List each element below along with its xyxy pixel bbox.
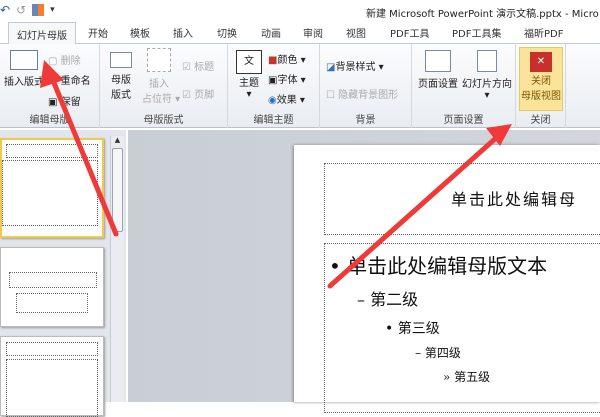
page-setup-icon [425, 50, 451, 72]
thumb-body-placeholder [2, 160, 98, 226]
bullet: – [357, 290, 365, 309]
group-master-layout: 母版 版式 插入 占位符 ▾ ☑ 标题 ☑ 页脚 母版版式 [100, 44, 228, 128]
footer-checkbox[interactable]: ☑ 页脚 [182, 86, 214, 101]
tab-pdf-toolset[interactable]: PDF工具集 [452, 25, 501, 40]
master-layout-icon [110, 52, 132, 68]
thumb-body-placeholder [6, 359, 98, 417]
undo-icon[interactable]: ↶ [0, 3, 10, 17]
level-1: • 单击此处编辑母版文本 [329, 254, 548, 278]
thumbnail-panel [0, 130, 126, 417]
customize-qat-icon[interactable]: ▾ [50, 5, 55, 15]
master-layout-button[interactable]: 母版 版式 [106, 52, 136, 101]
theme-button[interactable]: 文 主题 ▾ [234, 50, 264, 100]
level-4: – 第四级 [415, 346, 461, 360]
title-text: 单击此处编辑母 [451, 190, 578, 209]
level-3: • 第三级 [385, 321, 440, 337]
ribbon-tabs: 幻灯片母版 开始 模板 插入 切换 动画 审阅 视图 PDF工具 PDF工具集 … [0, 22, 600, 45]
placeholder-icon [147, 48, 171, 72]
group-close: ✕ 关闭 母版视图 关闭 [516, 44, 566, 128]
group-label: 编辑母版 [29, 115, 70, 126]
tab-animations[interactable]: 动画 [261, 25, 281, 40]
preserve-button[interactable]: ▣ 保留 [48, 93, 81, 108]
close-icon: ✕ [530, 52, 552, 72]
tab-foxit-pdf[interactable]: 福昕PDF [524, 25, 563, 40]
fonts-button[interactable]: ▣字体 ▾ [268, 71, 306, 86]
quick-access-toolbar: ↶ ↺ ▾ [0, 3, 55, 17]
layout-icon[interactable] [32, 4, 45, 16]
tab-template[interactable]: 模板 [130, 25, 150, 40]
background-styles-button[interactable]: ◪背景样式 ▾ [326, 58, 384, 73]
group-label: 关闭 [530, 115, 551, 126]
level-2: – 第二级 [357, 290, 419, 309]
insert-layout-icon [10, 50, 38, 70]
tab-slide-master[interactable]: 幻灯片母版 [8, 22, 76, 45]
group-label: 背景 [355, 115, 376, 126]
group-edit-master: 插入版式 ▢ 删除 ▭ 重命名 ▣ 保留 编辑母版 [0, 44, 100, 128]
bullet: • [385, 321, 394, 337]
thumb-subtitle-placeholder [16, 293, 88, 313]
title-checkbox[interactable]: ☑ 标题 [182, 58, 214, 73]
page-setup-button[interactable]: 页面设置 [416, 50, 460, 90]
group-page-setup: 页面设置 幻灯片方向 ▾ 页面设置 [412, 44, 516, 128]
slide-master[interactable]: 单击此处编辑母 • 单击此处编辑母版文本 – 第二级 • 第三级 – 第四级 »… [294, 145, 600, 413]
title-placeholder[interactable]: 单击此处编辑母 [324, 163, 600, 235]
theme-icon: 文 [236, 50, 262, 74]
title-bar: ↶ ↺ ▾ 新建 Microsoft PowerPoint 演示文稿.pptx … [0, 0, 600, 22]
thumb-title-placeholder [9, 272, 97, 288]
tab-transitions[interactable]: 切换 [217, 25, 237, 40]
tab-home[interactable]: 开始 [88, 25, 108, 40]
group-label: 页面设置 [443, 115, 484, 126]
bullet: • [329, 254, 341, 278]
bullet: – [415, 346, 421, 360]
scroll-up-arrow[interactable]: ▲ [111, 136, 124, 144]
insert-layout-button[interactable]: 插入版式 [2, 50, 46, 88]
thumbnail-scrollbar[interactable]: ▲ [110, 136, 124, 402]
thumb-title-placeholder [6, 144, 98, 158]
slide-orientation-button[interactable]: 幻灯片方向 ▾ [462, 50, 512, 101]
insert-placeholder-button[interactable]: 插入 占位符 ▾ [142, 48, 180, 105]
body-placeholder[interactable]: • 单击此处编辑母版文本 – 第二级 • 第三级 – 第四级 » 第五级 [324, 243, 600, 413]
group-background: ◪背景样式 ▾ ☐ 隐藏背景图形 背景 [320, 44, 412, 128]
slide-thumbnail-master[interactable] [0, 138, 104, 238]
colors-button[interactable]: ■颜色 ▾ [268, 51, 306, 66]
close-master-view-button[interactable]: ✕ 关闭 母版视图 [519, 47, 563, 111]
rename-button[interactable]: ▭ 重命名 [48, 72, 91, 87]
effects-button[interactable]: ◉效果 ▾ [268, 91, 305, 106]
ribbon: 插入版式 ▢ 删除 ▭ 重命名 ▣ 保留 编辑母版 母版 版式 插入 占位符 ▾… [0, 44, 600, 128]
tab-insert[interactable]: 插入 [173, 25, 193, 40]
window-title: 新建 Microsoft PowerPoint 演示文稿.pptx - Micr… [366, 9, 599, 20]
tab-view[interactable]: 视图 [346, 25, 366, 40]
bullet: » [443, 370, 451, 384]
redo-icon[interactable]: ↺ [16, 3, 26, 17]
slide-orientation-icon [477, 50, 497, 72]
effects-icon: ◉ [268, 95, 277, 106]
tab-pdf-tools[interactable]: PDF工具 [390, 25, 429, 40]
slide-thumbnail-title-layout[interactable] [0, 247, 104, 327]
level-5: » 第五级 [443, 370, 491, 384]
tab-review[interactable]: 审阅 [303, 25, 323, 40]
group-edit-theme: 文 主题 ▾ ■颜色 ▾ ▣字体 ▾ ◉效果 ▾ 编辑主题 [228, 44, 320, 128]
thumb-title-placeholder [6, 342, 98, 356]
slide-thumbnail-content-layout[interactable] [0, 336, 104, 417]
scroll-thumb[interactable] [112, 148, 123, 232]
hide-background-checkbox[interactable]: ☐ 隐藏背景图形 [326, 86, 398, 101]
delete-button[interactable]: ▢ 删除 [48, 52, 81, 67]
group-label: 母版版式 [143, 115, 184, 126]
group-label: 编辑主题 [253, 115, 294, 126]
